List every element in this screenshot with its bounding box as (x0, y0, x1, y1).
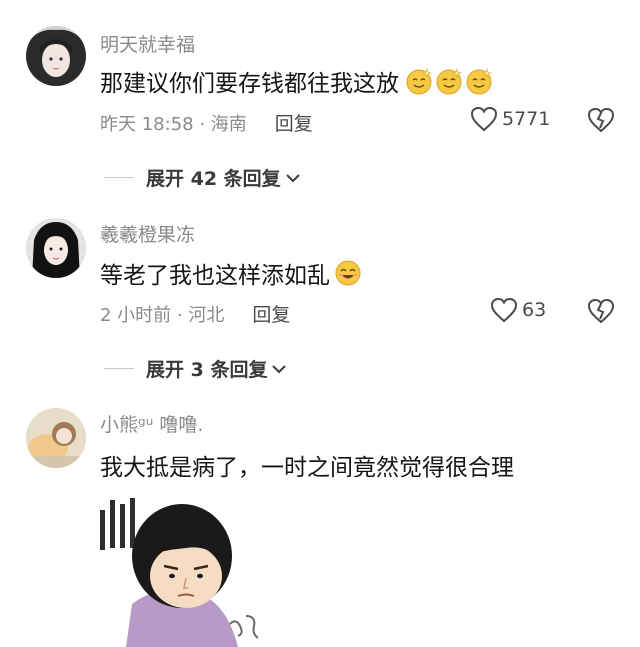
expand-label: 展开 3 条回复 (146, 359, 268, 381)
chevron-down-icon (272, 364, 287, 373)
reply-button[interactable]: 回复 (252, 300, 290, 327)
cartoon-sticker[interactable] (98, 496, 266, 647)
time-location: 2 小时前 · 河北 (100, 304, 225, 326)
comment-text-body: 我大抵是病了，一时之间竟然觉得很合理 (100, 455, 514, 481)
username[interactable]: 羲羲橙果冻 (100, 220, 195, 247)
avatar[interactable] (26, 408, 86, 468)
chevron-down-icon (285, 173, 300, 182)
username[interactable]: 小熊ᵍᵘ 噜噜. (100, 410, 203, 437)
heart-icon (490, 297, 518, 323)
like-button[interactable]: 63 (490, 297, 546, 323)
comment-item: 明天就幸福 那建议你们要存钱都往我这放 昨天 18:58 · 海南 回复 577… (0, 0, 640, 200)
comment-item: 羲羲橙果冻 等老了我也这样添如乱 2 小时前 · 河北 回复 63 展开 3 条… (0, 200, 640, 390)
comment-text: 那建议你们要存钱都往我这放 (100, 64, 493, 98)
comment-text: 我大抵是病了，一时之间竟然觉得很合理 (100, 448, 514, 482)
like-button[interactable]: 5771 (470, 106, 550, 132)
time-location: 昨天 18:58 · 海南 (100, 113, 247, 135)
comment-item: 小熊ᵍᵘ 噜噜. 我大抵是病了，一时之间竟然觉得很合理 (0, 390, 640, 647)
avatar[interactable] (26, 218, 86, 278)
heart-icon (470, 106, 498, 132)
avatar[interactable] (26, 26, 86, 86)
smile-sparkle-emoji-icon (406, 68, 432, 95)
like-count: 63 (522, 299, 547, 321)
comment-meta: 昨天 18:58 · 海南 回复 (100, 109, 313, 136)
expand-label: 展开 42 条回复 (146, 168, 281, 190)
broken-heart-icon[interactable] (586, 296, 616, 326)
divider-line (104, 368, 134, 369)
comment-text-body: 那建议你们要存钱都往我这放 (100, 71, 399, 97)
broken-heart-icon[interactable] (586, 105, 616, 135)
smile-sparkle-emoji-icon (466, 68, 492, 95)
expand-replies-button[interactable]: 展开 3 条回复 (104, 355, 287, 382)
reply-button[interactable]: 回复 (275, 109, 313, 136)
like-count: 5771 (502, 108, 551, 130)
divider-line (104, 177, 134, 178)
smile-sparkle-emoji-icon (436, 68, 462, 95)
comment-meta: 2 小时前 · 河北 回复 (100, 300, 290, 327)
comment-text: 等老了我也这样添如乱 (100, 256, 362, 290)
grin-emoji-icon (335, 260, 361, 286)
expand-replies-button[interactable]: 展开 42 条回复 (104, 164, 301, 191)
username[interactable]: 明天就幸福 (100, 30, 195, 57)
comment-text-body: 等老了我也这样添如乱 (100, 263, 330, 289)
